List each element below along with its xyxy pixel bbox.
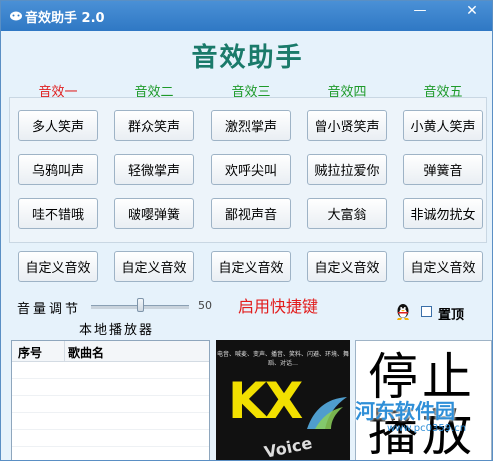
sound-effect-button[interactable]: 激烈掌声 <box>211 110 291 141</box>
poster-caption: 电音、喊麦、变声、播音、笑料、闪避、环境、舞蹈、对话… <box>216 351 349 367</box>
sound-effect-button[interactable]: 弹簧音 <box>403 154 483 185</box>
sound-effect-button[interactable]: 哇不错哦 <box>18 198 98 229</box>
stop-playback-button[interactable]: 停止 播放 <box>355 340 492 461</box>
custom-effect-button[interactable]: 自定义音效 <box>307 251 387 282</box>
window-title: 音效助手 2.0 <box>25 11 105 26</box>
column-divider[interactable] <box>64 341 65 361</box>
sound-effect-button[interactable]: 群众笑声 <box>114 110 194 141</box>
stop-button-line1: 停止 <box>368 348 476 406</box>
playlist-header: 序号 歌曲名 <box>12 341 209 362</box>
playlist-row-divider <box>12 446 209 447</box>
custom-effect-button[interactable]: 自定义音效 <box>403 251 483 282</box>
sound-effect-button[interactable]: 小黄人笑声 <box>403 110 483 141</box>
sound-effect-button[interactable]: 啵嘤弹簧 <box>114 198 194 229</box>
title-bar[interactable]: 音效助手 2.0 — ✕ <box>1 1 492 31</box>
penguin-icon <box>397 304 409 320</box>
app-window: 音效助手 2.0 — ✕ 音效助手 音效一 音效二 音效三 音效四 音效五 多人笑声 群众… <box>0 0 493 461</box>
playlist-row-divider <box>12 395 209 396</box>
volume-label: 音量调节 <box>17 302 82 317</box>
volume-value: 50 <box>198 299 212 312</box>
always-on-top-checkbox[interactable] <box>421 306 432 317</box>
poster-subtitle: Voice <box>262 433 314 461</box>
sound-effect-button[interactable]: 轻微掌声 <box>114 154 194 185</box>
volume-slider-thumb[interactable] <box>137 298 144 312</box>
sound-effect-button[interactable]: 乌鸦叫声 <box>18 154 98 185</box>
playlist-row-divider <box>12 412 209 413</box>
playlist-row-divider <box>12 378 209 379</box>
sound-effect-button[interactable]: 曾小贤笑声 <box>307 110 387 141</box>
sound-effect-button[interactable]: 欢呼尖叫 <box>211 154 291 185</box>
close-button[interactable]: ✕ <box>459 1 485 21</box>
app-logo-icon <box>10 11 22 21</box>
custom-effect-button[interactable]: 自定义音效 <box>18 251 98 282</box>
promo-poster: 电音、喊麦、变声、播音、笑料、闪避、环境、舞蹈、对话… KX Voice <box>216 340 350 461</box>
custom-effect-button[interactable]: 自定义音效 <box>211 251 291 282</box>
minimize-button[interactable]: — <box>407 1 433 21</box>
custom-effect-button[interactable]: 自定义音效 <box>114 251 194 282</box>
app-heading: 音效助手 <box>191 43 304 73</box>
poster-logo: KX <box>228 372 303 430</box>
always-on-top-label: 置顶 <box>438 308 465 323</box>
column-header-song-name[interactable]: 歌曲名 <box>68 344 104 361</box>
local-player-label: 本地播放器 <box>79 323 155 338</box>
playlist-table[interactable]: 序号 歌曲名 <box>11 340 210 460</box>
stop-button-line2: 播放 <box>368 404 476 461</box>
enable-hotkey-button[interactable]: 启用快捷键 <box>238 293 318 317</box>
sound-effect-button[interactable]: 鄙视声音 <box>211 198 291 229</box>
sound-effect-button[interactable]: 大富翁 <box>307 198 387 229</box>
sound-effect-button[interactable]: 多人笑声 <box>18 110 98 141</box>
column-header-index[interactable]: 序号 <box>18 344 42 361</box>
sound-effect-button[interactable]: 贼拉拉爱你 <box>307 154 387 185</box>
playlist-row-divider <box>12 429 209 430</box>
sound-effect-button[interactable]: 非诚勿扰女 <box>403 198 483 229</box>
